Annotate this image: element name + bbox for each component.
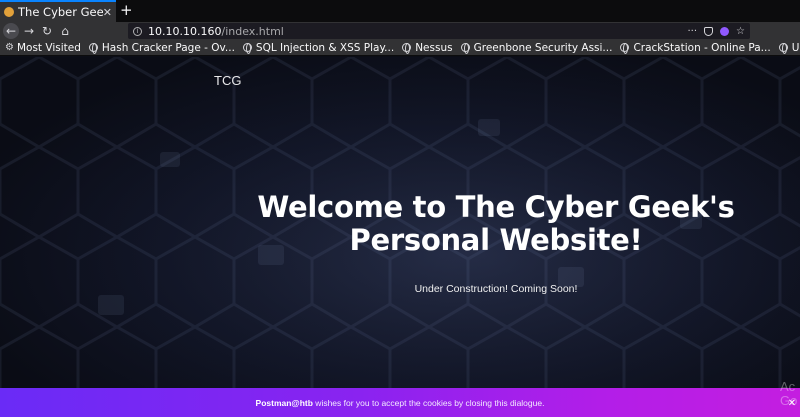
cookie-banner: Postman@htb wishes for you to accept the…: [0, 388, 800, 417]
bookmark-label: Hash Cracker Page - Ov...: [101, 41, 235, 54]
bookmark-hash-cracker[interactable]: Hash Cracker Page - Ov...: [88, 41, 235, 54]
pocket-icon[interactable]: [704, 26, 714, 36]
cookie-text: wishes for you to accept the cookies by …: [312, 397, 545, 408]
page-title: Welcome to The Cyber Geek's Personal Web…: [236, 191, 756, 257]
construction-notice: Under Construction! Coming Soon!: [414, 283, 578, 295]
bookmark-nessus[interactable]: Nessus: [402, 41, 453, 54]
tab-strip: The Cyber Geek's ✕ +: [0, 0, 800, 22]
globe-icon: [402, 43, 412, 54]
globe-icon: [242, 43, 252, 54]
navigation-toolbar: ← → ↻ ⌂ i 10.10.10.160 /index.html ··· ☆: [0, 22, 800, 40]
bookmark-label: Nessus: [415, 41, 453, 54]
bookmark-sql-injection[interactable]: SQL Injection & XSS Play...: [242, 41, 395, 54]
new-tab-button[interactable]: +: [120, 1, 133, 19]
bookmark-most-visited[interactable]: ⚙ Most Visited: [5, 42, 81, 54]
globe-icon: [88, 43, 98, 54]
watermark-line-2: Go: [780, 393, 798, 408]
tab-title: The Cyber Geek's: [18, 5, 103, 19]
bookmark-greenbone[interactable]: Greenbone Security Assi...: [460, 41, 613, 54]
bookmark-label: SQL Injection & XSS Play...: [255, 41, 395, 54]
bookmark-star-icon[interactable]: ☆: [736, 26, 745, 37]
site-info-icon[interactable]: i: [133, 26, 142, 36]
globe-icon: [460, 43, 470, 54]
headline-line-1: Welcome to The Cyber Geek's: [257, 190, 735, 224]
bookmarks-toolbar: ⚙ Most Visited Hash Cracker Page - Ov...…: [0, 40, 800, 56]
headline-line-2: Personal Website!: [349, 223, 643, 257]
page-actions-icon[interactable]: ···: [687, 26, 697, 37]
activate-windows-watermark: Ac Go: [780, 380, 797, 408]
site-favicon-icon: [4, 7, 14, 17]
bookmark-label: CrackStation - Online Pa...: [633, 41, 771, 54]
page-viewport: TCG Welcome to The Cyber Geek's Personal…: [0, 57, 800, 417]
cookie-message: Postman@htb wishes for you to accept the…: [256, 398, 545, 408]
home-icon[interactable]: ⌂: [57, 23, 73, 39]
browser-tab[interactable]: The Cyber Geek's ✕: [0, 0, 116, 22]
bookmark-label: Greenbone Security Assi...: [473, 41, 613, 54]
bookmark-upgrading-shells[interactable]: Upgrading shells to fully: [778, 41, 800, 54]
close-tab-icon[interactable]: ✕: [103, 6, 112, 19]
cookie-brand: Postman@htb: [255, 397, 313, 408]
site-logo[interactable]: TCG: [214, 73, 241, 88]
address-bar[interactable]: i 10.10.10.160 /index.html ··· ☆: [128, 23, 750, 39]
extension-icon[interactable]: [720, 26, 730, 36]
url-path: /index.html: [221, 24, 284, 38]
globe-icon: [620, 43, 630, 54]
url-host: 10.10.10.160: [148, 24, 222, 38]
bookmark-label: Most Visited: [16, 41, 81, 54]
bookmark-label: Upgrading shells to fully: [791, 41, 800, 54]
back-arrow-icon[interactable]: ←: [3, 23, 19, 39]
globe-icon: [778, 43, 788, 54]
forward-arrow-icon[interactable]: →: [21, 23, 37, 39]
watermark-line-1: Ac: [780, 379, 796, 394]
reload-icon[interactable]: ↻: [39, 23, 55, 39]
bookmark-crackstation[interactable]: CrackStation - Online Pa...: [620, 41, 771, 54]
gear-icon: ⚙: [5, 42, 14, 53]
url-actions: ··· ☆: [687, 26, 745, 37]
